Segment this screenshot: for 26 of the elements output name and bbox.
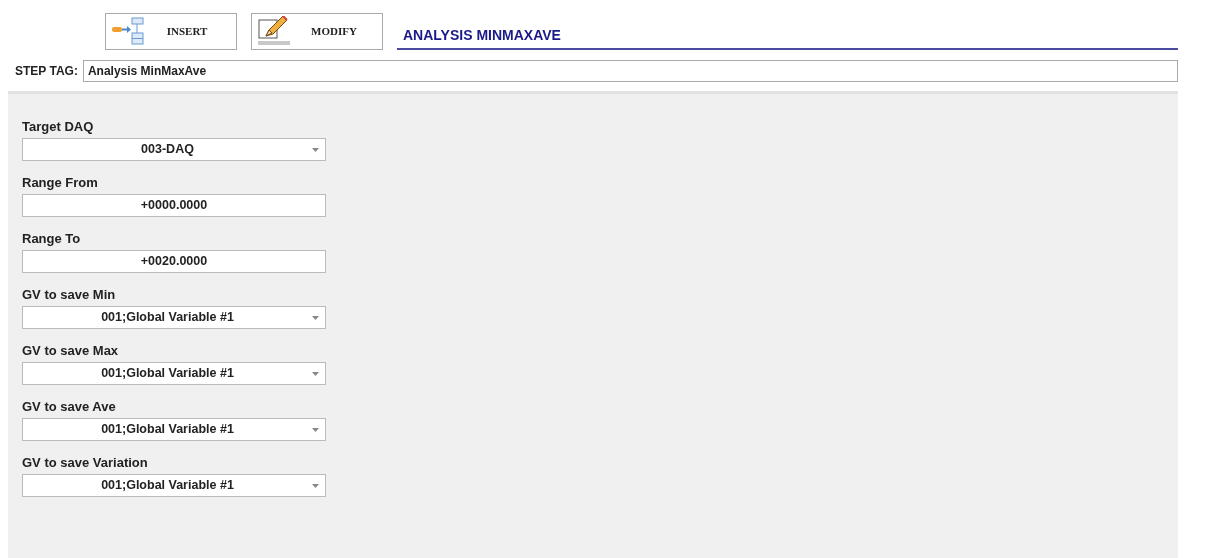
step-tag-field[interactable]: Analysis MinMaxAve — [82, 60, 1178, 82]
field-label: GV to save Min — [22, 286, 117, 304]
input-field[interactable]: +0020.0000 — [22, 250, 326, 273]
caret-icon — [312, 147, 319, 152]
insert-button[interactable]: INSERT — [105, 12, 237, 50]
caret-icon — [312, 371, 319, 376]
dropdown[interactable]: 001;Global Variable #1 — [22, 474, 326, 497]
pencil-icon — [258, 16, 292, 46]
caret-icon — [312, 483, 319, 488]
field-label: Range From — [22, 174, 99, 192]
dropdown[interactable]: 001;Global Variable #1 — [22, 306, 326, 329]
field-label: Range To — [22, 230, 82, 248]
modify-button[interactable]: MODIFY — [251, 12, 383, 50]
field-label: STEP TAG: — [14, 63, 78, 80]
dropdown[interactable]: 003-DAQ — [22, 138, 326, 161]
field-label: GV to save Ave — [22, 398, 117, 416]
flowchart-icon — [112, 17, 144, 45]
field-label: Target DAQ — [22, 118, 95, 136]
field-label: GV to save Variation — [22, 454, 149, 472]
section-title: ANALYSIS MINMAXAVE — [397, 16, 1178, 50]
input-field[interactable]: +0000.0000 — [22, 194, 326, 217]
dropdown[interactable]: 001;Global Variable #1 — [22, 418, 326, 441]
dropdown[interactable]: 001;Global Variable #1 — [22, 362, 326, 385]
caret-icon — [312, 427, 319, 432]
caret-icon — [312, 315, 319, 320]
field-label: GV to save Max — [22, 342, 120, 360]
